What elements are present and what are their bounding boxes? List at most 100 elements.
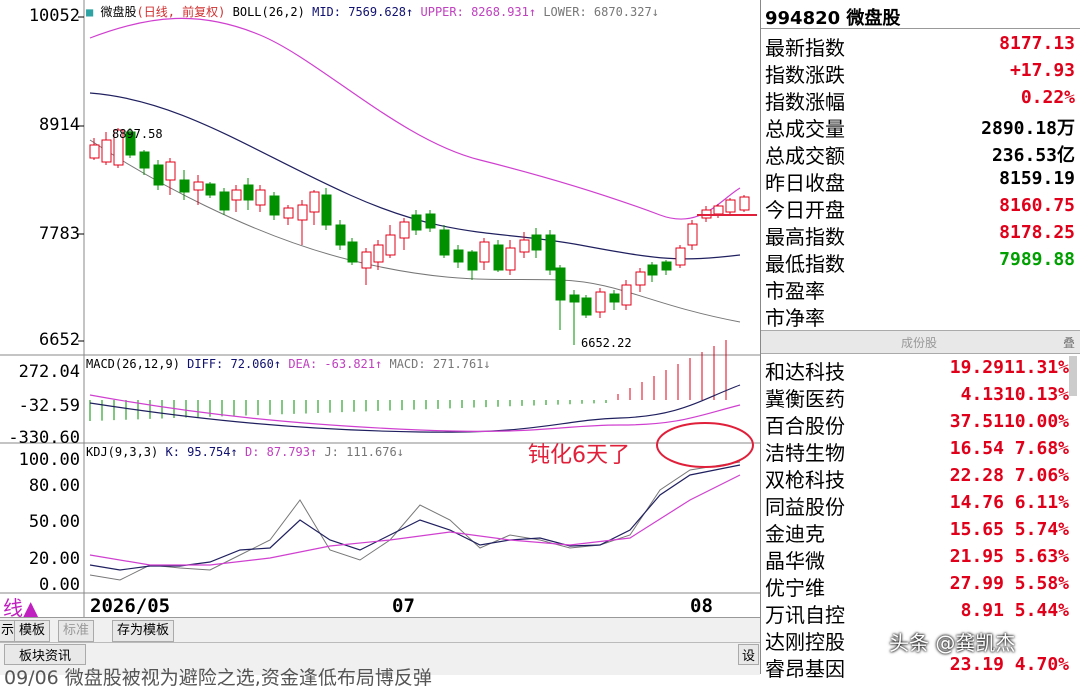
constituent-row[interactable]: 双枪科技 22.28 7.06% [763,462,1069,492]
save-template-button[interactable]: 存为模板 [112,620,175,642]
divider [761,28,1080,29]
kdj-k-line [89,464,741,571]
constituent-value: 16.54 7.68% [949,438,1069,459]
price-axis-label: 10052 [28,6,80,26]
boll-lower-line [89,139,741,323]
scrollbar[interactable] [1069,356,1077,396]
date-label: 2026/05 [90,595,171,617]
kdj-axis-label: 50.00 [28,512,80,532]
toolbar-button[interactable]: 模板 [14,620,51,642]
constituent-value: 4.1310.13% [960,384,1069,405]
candle-body [635,271,646,286]
quote-row: 最高指数 8178.25 [763,219,1079,249]
quote-value: 8178.25 [999,222,1075,243]
constituent-row[interactable]: 和达科技 19.2911.31% [763,354,1069,384]
boll-mid: MID: 7569.628↑ [312,5,414,19]
candle-body [725,199,736,213]
candle-body [385,234,396,256]
kdj-j: J: 111.676↓ [324,445,404,459]
constituent-value: 22.28 7.06% [949,465,1069,486]
constituent-row[interactable]: 洁特生物 16.54 7.68% [763,435,1069,465]
macd-header: MACD(26,12,9) DIFF: 72.060↑ DEA: -63.821… [86,357,491,371]
quote-value: 8177.13 [999,33,1075,54]
candle-body [479,241,490,263]
constituent-value: 8.91 5.44% [960,600,1069,621]
toolbar-button[interactable]: 标准 [58,620,95,642]
candle-body [89,144,100,159]
chart-mode: (日线, 前复权) [136,5,226,19]
candle-body [309,191,320,213]
watermark: 头条 @龚凯杰 [889,631,1016,655]
quote-value: 7989.88 [999,249,1075,270]
date-label: 07 [392,595,415,617]
kdj-axis-label: 100.00 [18,450,80,470]
constituent-row[interactable]: 同益股份 14.76 6.11% [763,489,1069,519]
macd-axis-label: 272.04 [18,362,80,382]
constituent-row[interactable]: 百合股份 37.5110.00% [763,408,1069,438]
quote-value: 0.22% [1020,87,1075,108]
bottom-toolbar: 示 模板 标准 存为模板 板块资讯 设 09/06 微盘股被视为避险之选,资金逢… [0,617,760,689]
constituent-value: 14.76 6.11% [949,492,1069,513]
macd-value: MACD: 271.761↓ [389,357,491,371]
candle-body [687,223,698,246]
kdj-axis-label: 20.00 [28,549,80,569]
settings-button[interactable]: 设 [738,644,760,665]
quote-label: 市净率 [765,306,825,330]
low-price-label: 6652.22 [581,336,632,350]
candle-body [621,284,632,306]
kdj-k: K: 95.754↑ [165,445,238,459]
divider [0,642,760,643]
candle-body [165,161,176,181]
quote-row: 总成交量 2890.18万 [763,111,1079,141]
boll-lower: LOWER: 6870.327↓ [543,5,659,19]
chart-area[interactable]: ■ 微盘股(日线, 前复权) BOLL(26,2) MID: 7569.628↑… [0,0,760,689]
constituent-row[interactable]: 万讯自控 8.91 5.44% [763,597,1069,627]
constituents-header: 成份股 叠 [761,330,1080,354]
constituent-row[interactable]: 优宁维 27.99 5.58% [763,570,1069,600]
candle-body [739,196,750,211]
price-axis-label: 6652 [39,330,80,350]
candle-body [647,264,658,276]
quote-row: 市净率 [763,300,1079,330]
constituent-row[interactable]: 晶华微 21.95 5.63% [763,543,1069,573]
quote-value: 236.53亿 [991,145,1075,166]
quote-row: 市盈率 [763,273,1079,303]
kdj-d: D: 87.793↑ [244,445,318,459]
quote-sidebar: 994820 微盘股 最新指数 8177.13 指数涨跌 +17.93 指数涨幅 0.22… [760,0,1080,681]
candle-body [297,204,308,221]
kdj-label: KDJ(9,3,3) [86,445,159,459]
quote-row: 总成交额 236.53亿 [763,138,1079,168]
kdj-d-line [89,474,741,566]
boll-label: BOLL(26,2) [232,5,305,19]
constituents-title: 成份股 [901,336,938,350]
macd-axis-label: -32.59 [18,396,80,416]
candle-body [467,251,478,271]
candle-body [545,234,556,271]
constituent-value: 21.95 5.63% [949,546,1069,567]
candle-body [101,139,112,163]
date-label: 08 [690,595,713,617]
constituent-row[interactable]: 金迪克 15.65 5.74% [763,516,1069,546]
candle-body [453,249,464,263]
candle-body [581,297,592,316]
news-headline[interactable]: 09/06 微盘股被视为避险之选,资金逢低布局博反弹 [4,663,432,690]
candle-body [399,221,410,239]
quote-row: 今日开盘 8160.75 [763,192,1079,222]
kline-chart[interactable] [0,0,760,617]
kdj-axis-label: 80.00 [28,476,80,496]
constituent-row[interactable]: 冀衡医药 4.1310.13% [763,381,1069,411]
news-tab[interactable]: 板块资讯 [4,644,87,665]
candle-body [231,189,242,201]
kdj-j-line [89,461,741,581]
candle-body [713,205,724,215]
candle-body [335,224,346,246]
candle-body [595,291,606,313]
candle-body [255,189,266,206]
candle-body [361,251,372,269]
quote-value: 8159.19 [999,168,1075,189]
overlay-tab[interactable]: 叠 [1063,334,1075,351]
candle-body [321,194,332,226]
index-title: 994820 微盘股 [765,8,901,29]
quote-row: 昨日收盘 8159.19 [763,165,1079,195]
candle-body [219,191,230,211]
